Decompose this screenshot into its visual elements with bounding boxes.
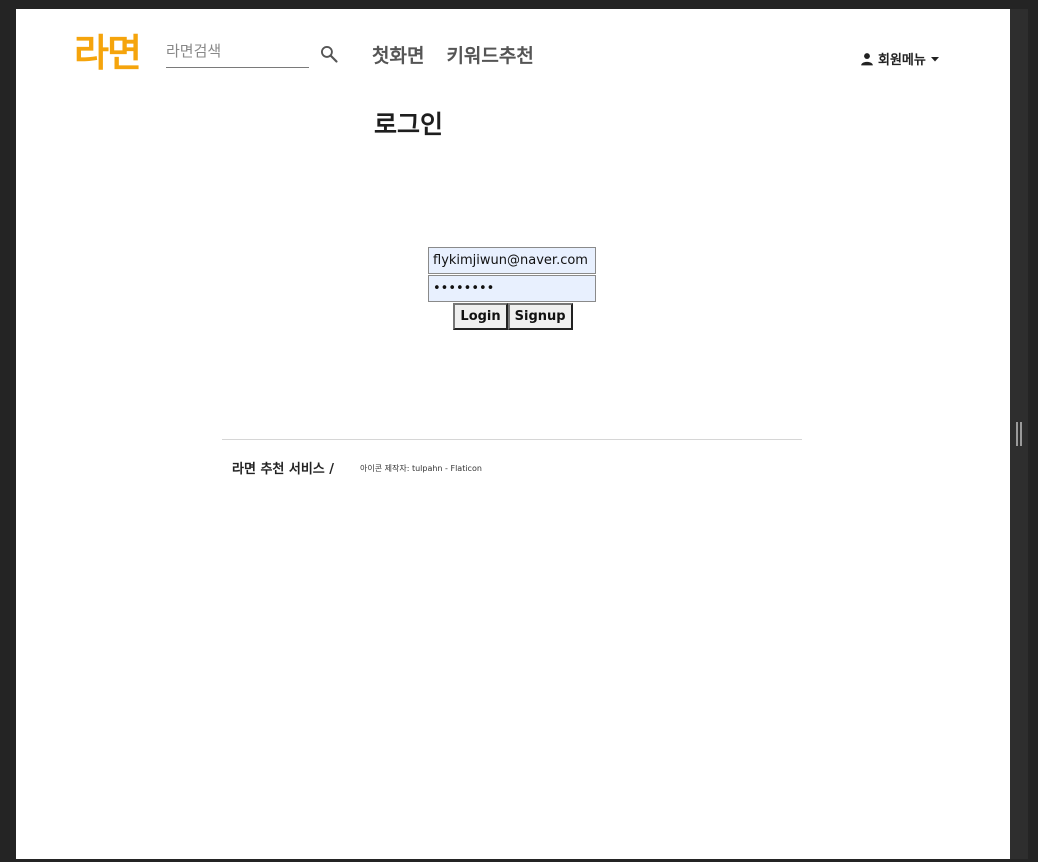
- email-field[interactable]: [428, 247, 596, 274]
- search-input[interactable]: [166, 37, 309, 65]
- nav-item-home[interactable]: 첫화면: [372, 43, 424, 69]
- form-buttons: Login Signup: [428, 303, 598, 330]
- signup-button[interactable]: Signup: [507, 303, 573, 330]
- footer-title: 라면 추천 서비스 /: [232, 462, 335, 477]
- search-icon[interactable]: [319, 44, 339, 64]
- user-menu-label: 회원메뉴: [878, 53, 926, 68]
- login-button[interactable]: Login: [453, 303, 508, 330]
- login-form: Login Signup: [428, 247, 598, 330]
- resize-handle[interactable]: [1016, 422, 1022, 446]
- logo[interactable]: 라면: [74, 31, 142, 75]
- password-field[interactable]: [428, 275, 596, 302]
- page-title: 로그인: [374, 110, 444, 139]
- caret-down-icon: [930, 56, 939, 61]
- main-nav: 첫화면 키워드추천: [372, 43, 534, 69]
- user-icon: [861, 52, 873, 65]
- nav-item-keyword[interactable]: 키워드추천: [446, 43, 533, 69]
- search-box: [166, 37, 309, 68]
- browser-viewport: 라면 첫화면 키워드추천 회원메뉴 로그인 Login Signup 라면 추천…: [16, 9, 1010, 859]
- footer-credit: 아이콘 제작자: tulpahn - Flaticon: [360, 464, 482, 473]
- user-menu-dropdown[interactable]: 회원메뉴: [860, 49, 940, 68]
- footer-divider: [222, 439, 802, 440]
